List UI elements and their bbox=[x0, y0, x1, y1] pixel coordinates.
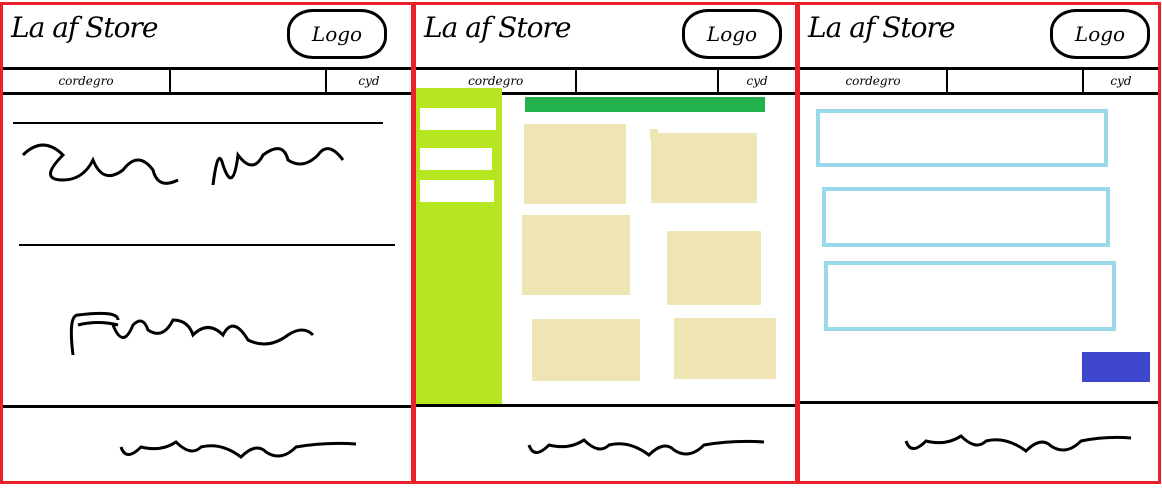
heading-scribble bbox=[13, 122, 395, 246]
nav-item-cart[interactable]: cyd bbox=[327, 70, 411, 92]
listing-header-bar bbox=[525, 97, 765, 112]
product-tile[interactable] bbox=[532, 319, 640, 381]
wireframe-form-panel: La af Store Logo cordegro cyd bbox=[797, 2, 1161, 484]
footer-divider bbox=[416, 404, 795, 407]
body-text-scribble bbox=[69, 311, 315, 356]
submit-button[interactable] bbox=[1082, 352, 1150, 382]
category-sidebar bbox=[416, 88, 502, 404]
footer-scribble bbox=[527, 438, 765, 457]
footer-divider bbox=[800, 401, 1158, 404]
product-tile[interactable] bbox=[667, 231, 761, 305]
sidebar-item[interactable] bbox=[420, 108, 496, 130]
store-title: La af Store bbox=[808, 11, 955, 44]
product-tile[interactable] bbox=[674, 318, 776, 379]
store-title: La af Store bbox=[11, 11, 158, 44]
store-title: La af Store bbox=[424, 11, 571, 44]
nav-item-cart[interactable]: cyd bbox=[719, 70, 795, 92]
product-tile[interactable] bbox=[522, 215, 630, 295]
logo[interactable]: Logo bbox=[682, 9, 782, 59]
nav-item-categories[interactable]: cordegro bbox=[3, 70, 171, 92]
footer-scribble bbox=[904, 434, 1132, 453]
nav-item-cart[interactable]: cyd bbox=[1084, 70, 1158, 92]
wireframe-products-panel: La af Store Logo cordegro cyd bbox=[413, 2, 798, 484]
nav-item-middle[interactable] bbox=[577, 70, 720, 92]
product-tile[interactable] bbox=[524, 124, 626, 204]
nav-item-middle[interactable] bbox=[171, 70, 327, 92]
nav-item-middle[interactable] bbox=[948, 70, 1084, 92]
nav-item-categories[interactable]: cordegro bbox=[800, 70, 948, 92]
product-tile[interactable] bbox=[651, 133, 757, 203]
footer-divider bbox=[3, 405, 411, 408]
footer-scribble bbox=[119, 440, 357, 459]
nav-bar: cordegro cyd bbox=[3, 67, 411, 95]
logo[interactable]: Logo bbox=[287, 9, 387, 59]
logo[interactable]: Logo bbox=[1050, 9, 1150, 59]
form-field[interactable] bbox=[824, 261, 1116, 331]
form-field[interactable] bbox=[816, 109, 1108, 167]
sidebar-item[interactable] bbox=[420, 148, 492, 170]
nav-bar: cordegro cyd bbox=[800, 67, 1158, 95]
form-field[interactable] bbox=[822, 187, 1110, 247]
sidebar-item[interactable] bbox=[420, 180, 494, 202]
wireframe-home-panel: La af Store Logo cordegro cyd bbox=[0, 2, 414, 484]
